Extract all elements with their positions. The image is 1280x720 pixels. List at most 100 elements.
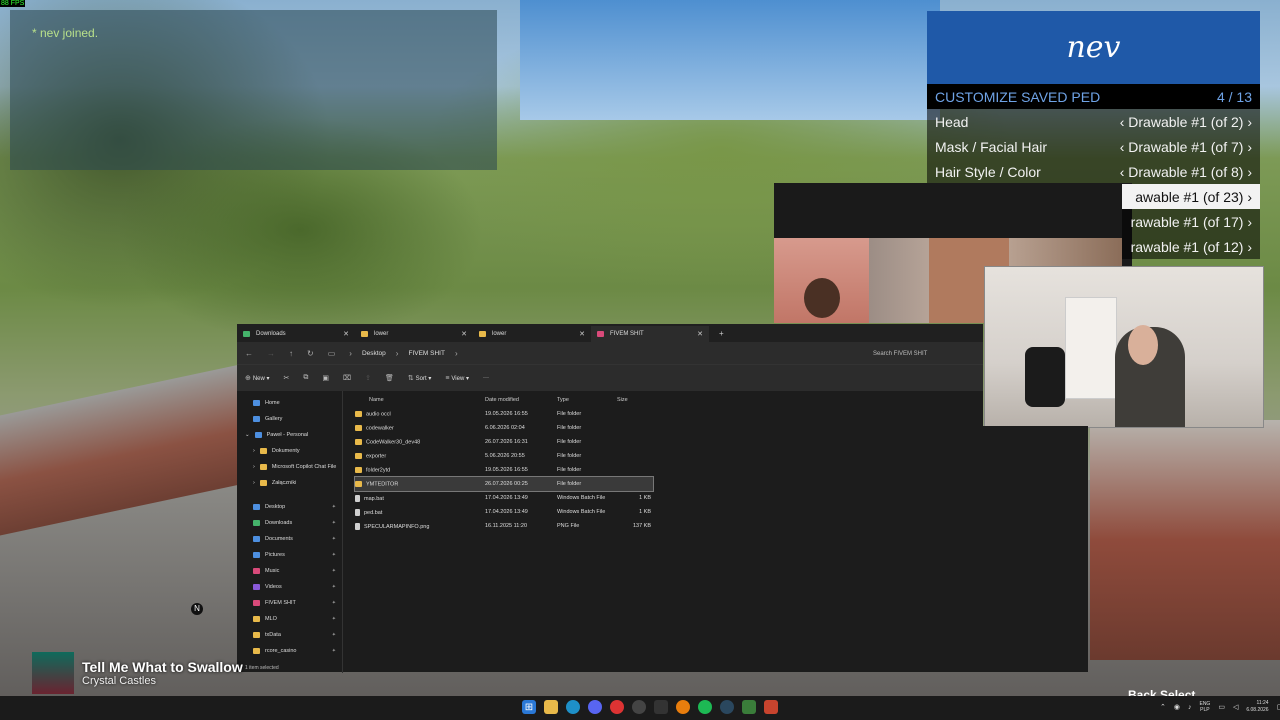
menu-row-head[interactable]: Head ‹ Drawable #1 (of 2) › [927, 109, 1260, 134]
ped-menu: nev CUSTOMIZE SAVED PED 4 / 13 Head ‹ Dra… [927, 11, 1260, 184]
forward-icon[interactable]: → [267, 349, 275, 358]
tab-downloads[interactable]: Downloads ✕ [237, 326, 355, 342]
close-icon[interactable]: ✕ [579, 330, 585, 338]
file-row[interactable]: codewalker 6.06.2026 02:04 File folder [355, 421, 653, 435]
plus-icon: ⊕ [245, 375, 253, 382]
back-icon[interactable]: ← [245, 349, 253, 358]
menu-row-selected[interactable]: awable #1 (of 23) › [1122, 184, 1260, 209]
chat-line: * nev joined. [32, 26, 99, 40]
chrome-icon[interactable] [610, 700, 624, 714]
nav-mlo[interactable]: MLO ✦ [237, 611, 342, 627]
menu-subtitle-bar: CUSTOMIZE SAVED PED 4 / 13 [927, 84, 1260, 109]
nav-gallery[interactable]: Gallery [237, 411, 342, 427]
file-row[interactable]: exporter 5.06.2026 20:55 File folder [355, 449, 653, 463]
sort-button[interactable]: ⇅ Sort ▾ [408, 374, 432, 382]
column-name[interactable]: Name [355, 397, 485, 403]
breadcrumb-fivem[interactable]: FIVEM SHIT [408, 350, 444, 357]
nav-onedrive[interactable]: ⌄ Paweł - Personal [237, 427, 342, 443]
new-button[interactable]: ⊕ New ▾ [245, 374, 270, 382]
volume-icon[interactable]: ♪ [1188, 704, 1192, 711]
nav-rcore-casino[interactable]: rcore_casino ✦ [237, 643, 342, 659]
tab-lower-2[interactable]: lower ✕ [473, 326, 591, 342]
file-row[interactable]: CodeWalker30_dev48 26.07.2026 16:31 File f… [355, 435, 653, 449]
nav-downloads[interactable]: Downloads ✦ [237, 515, 342, 531]
column-size[interactable]: Size [617, 397, 653, 403]
navigation-pane: Home Gallery ⌄ Paweł - Personal › Dokume… [237, 391, 343, 673]
close-icon[interactable]: ✕ [697, 330, 703, 338]
nav-dokumenty[interactable]: › Dokumenty [237, 443, 342, 459]
system-tray: ⌃ ◉ ♪ ENG PLP ▭ ◁ 11:24 6.08.2026 ▢ [1160, 700, 1280, 714]
wifi-icon[interactable]: ◉ [1174, 703, 1180, 711]
nav-videos[interactable]: Videos ✦ [237, 579, 342, 595]
language-indicator[interactable]: ENG PLP [1199, 701, 1210, 713]
file-row-selected[interactable]: YMTEDITOR 26.07.2026 00:25 File folder [354, 476, 654, 492]
file-row[interactable]: SPECULARMAPINFO.png 16.11.2025 11:20 PNG F… [355, 519, 653, 533]
menu-row-partial[interactable]: rawable #1 (of 12) › [1122, 234, 1260, 259]
menu-row-mask[interactable]: Mask / Facial Hair ‹ Drawable #1 (of 7) › [927, 134, 1260, 159]
videos-icon [253, 584, 260, 590]
address-bar: ← → ↑ ↻ ▭ › Desktop › FIVEM SHIT › Searc… [237, 342, 983, 364]
menu-row-partial[interactable]: rawable #1 (of 17) › [1122, 209, 1260, 234]
refresh-icon[interactable]: ↻ [307, 349, 314, 358]
close-icon[interactable]: ✕ [343, 330, 349, 338]
edge-icon[interactable] [566, 700, 580, 714]
blender-icon[interactable] [676, 700, 690, 714]
fivem-icon[interactable] [764, 700, 778, 714]
column-type[interactable]: Type [557, 397, 617, 403]
copy-icon[interactable]: ⧉ [303, 374, 308, 382]
file-row[interactable]: audio occl 19.05.2026 16:55 File folder [355, 407, 653, 421]
nav-fivem-shit[interactable]: FIVEM SHIT ✦ [237, 595, 342, 611]
folder-icon [253, 648, 260, 654]
column-headers: Name Date modified Type Size [355, 393, 983, 407]
obs-icon[interactable] [632, 700, 646, 714]
terminal-icon[interactable] [654, 700, 668, 714]
paste-icon[interactable]: ▣ [322, 374, 329, 382]
tab-lower[interactable]: lower ✕ [355, 326, 473, 342]
speaker-icon[interactable]: ◁ [1233, 703, 1238, 711]
menu-row-hair[interactable]: Hair Style / Color ‹ Drawable #1 (of 8) › [927, 159, 1260, 184]
file-explorer-icon[interactable] [544, 700, 558, 714]
folder-icon [355, 466, 362, 473]
delete-icon[interactable]: 🗑 [385, 374, 394, 382]
rename-icon[interactable]: ⌧ [343, 374, 351, 382]
spotify-icon[interactable] [698, 700, 712, 714]
folder-icon [361, 331, 368, 337]
menu-row-label: Hair Style / Color [935, 163, 1041, 180]
nav-zalaczniki[interactable]: › Załączniki [237, 475, 342, 491]
close-icon[interactable]: ✕ [461, 330, 467, 338]
search-input[interactable]: Search FIVEM SHIT [873, 347, 983, 361]
view-button[interactable]: ≡ View ▾ [445, 375, 469, 382]
nav-copilot[interactable]: › Microsoft Copilot Chat File [237, 459, 342, 475]
discord-icon[interactable] [588, 700, 602, 714]
chevron-up-icon[interactable]: ⌃ [1160, 703, 1166, 711]
nav-desktop[interactable]: Desktop ✦ [237, 499, 342, 515]
column-date[interactable]: Date modified [485, 397, 557, 403]
tab-bar: Downloads ✕ lower ✕ lower ✕ FIVEM SHIT ✕ + [237, 324, 983, 342]
album-art [32, 652, 74, 694]
now-playing-widget: Tell Me What to Swallow Crystal Castles [32, 652, 243, 694]
network-icon[interactable]: ▭ [1218, 703, 1225, 711]
nav-home[interactable]: Home [237, 395, 342, 411]
file-row[interactable]: ped.bat 17.04.2026 13:49 Windows Batch Fil… [355, 505, 653, 519]
more-button[interactable]: ··· [483, 375, 489, 381]
file-row[interactable]: map.bat 17.04.2026 13:49 Windows Batch Fil… [355, 491, 653, 505]
share-icon[interactable]: ⇪ [365, 374, 371, 382]
notification-icon[interactable]: ▢ [1277, 703, 1280, 711]
start-icon[interactable]: ⊞ [522, 700, 536, 714]
nav-pictures[interactable]: Pictures ✦ [237, 547, 342, 563]
app-icon[interactable] [742, 700, 756, 714]
folder-icon [355, 452, 362, 459]
new-tab-button[interactable]: + [719, 329, 724, 338]
folder-icon [253, 632, 260, 638]
steam-icon[interactable] [720, 700, 734, 714]
cut-icon[interactable]: ✂ [284, 374, 290, 382]
nav-music[interactable]: Music ✦ [237, 563, 342, 579]
pin-icon: ✦ [331, 536, 336, 542]
nav-documents[interactable]: Documents ✦ [237, 531, 342, 547]
up-icon[interactable]: ↑ [289, 349, 293, 358]
file-row[interactable]: folder2ytd 19.05.2026 16:55 File folder [355, 463, 653, 477]
breadcrumb-desktop[interactable]: Desktop [362, 350, 386, 357]
nav-txdata[interactable]: txData ✦ [237, 627, 342, 643]
tab-fivem-shit[interactable]: FIVEM SHIT ✕ [591, 326, 709, 342]
clock[interactable]: 11:24 6.08.2026 [1246, 700, 1268, 714]
